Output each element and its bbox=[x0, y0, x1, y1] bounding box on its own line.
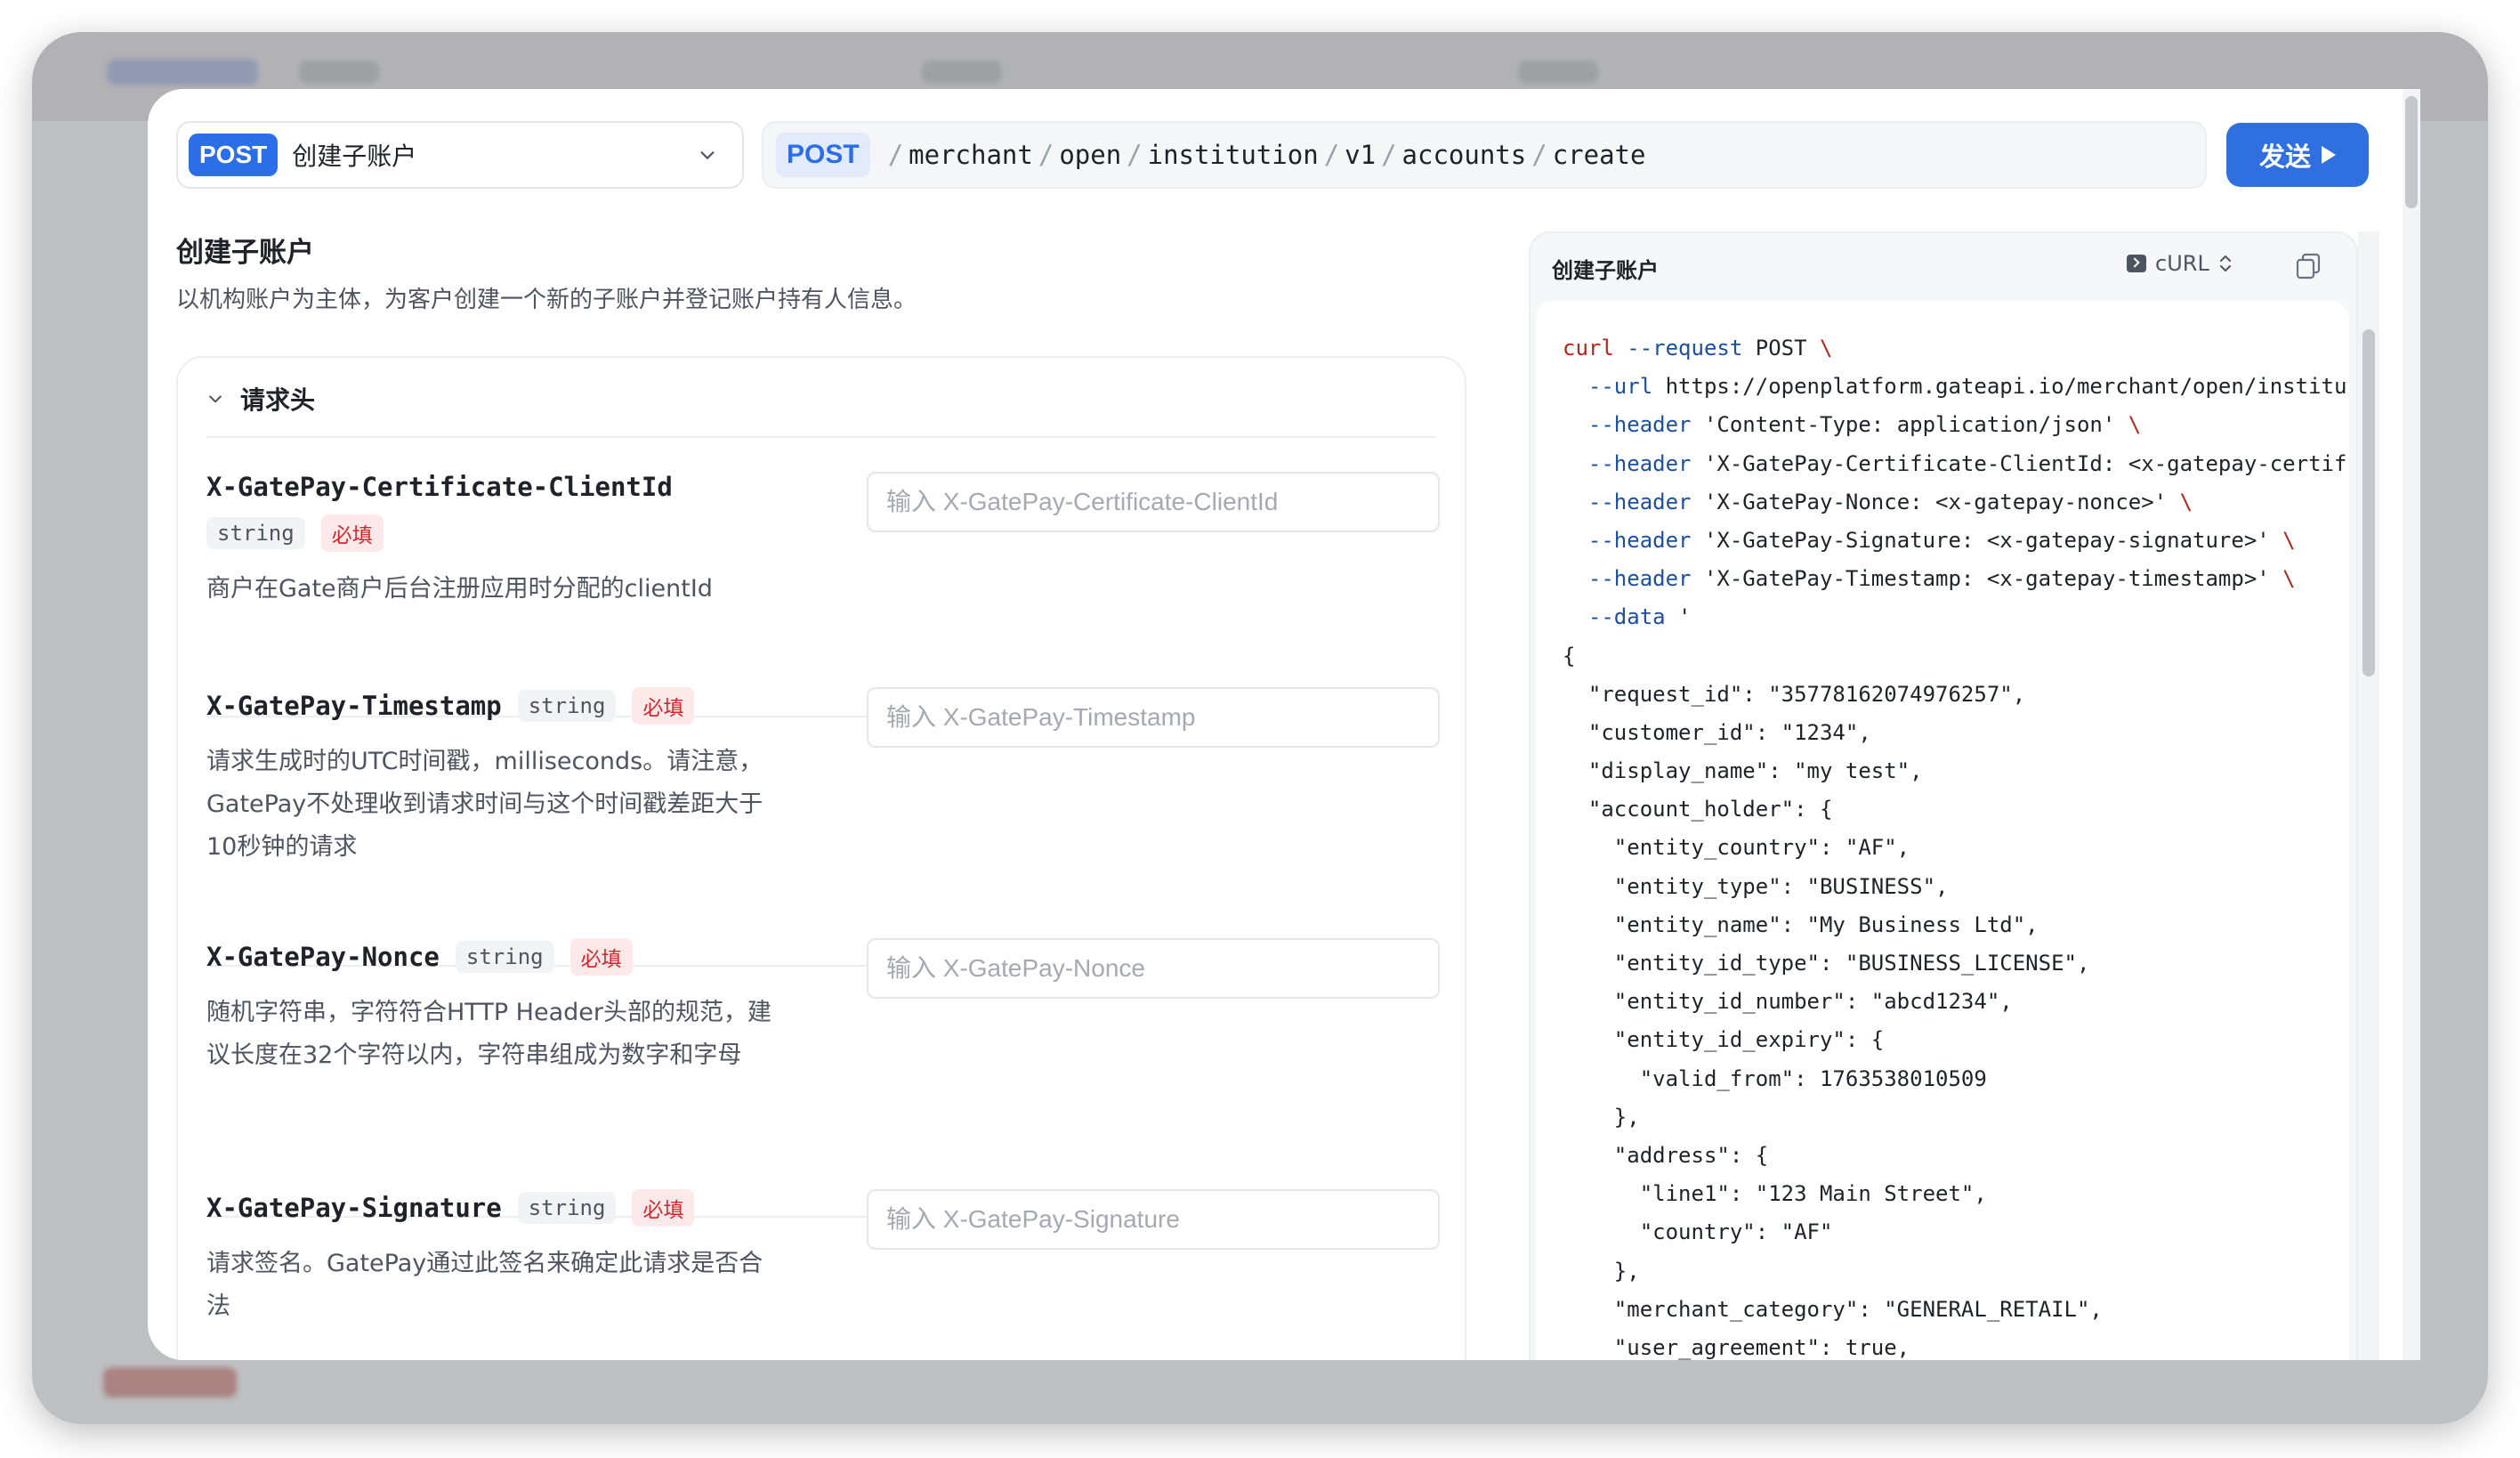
modal-scrollbar-thumb[interactable] bbox=[2405, 96, 2418, 208]
code-line: --data ' bbox=[1587, 604, 1692, 630]
header-field-nonce: X-GatePay-Nonce string 必填 随机字符串，字符符合HTTP… bbox=[206, 938, 1440, 1170]
path-segment: create bbox=[1552, 140, 1646, 170]
code-line: "entity_type": "BUSINESS", bbox=[1563, 873, 1949, 899]
type-tag: string bbox=[517, 1192, 617, 1224]
field-name: X-GatePay-Signature bbox=[206, 1193, 502, 1223]
page-title: 创建子账户 bbox=[176, 237, 314, 269]
code-line: --header 'X-GatePay-Certificate-ClientId… bbox=[1587, 450, 2347, 476]
type-tag: string bbox=[517, 690, 617, 722]
required-tag: 必填 bbox=[320, 514, 384, 552]
code-line: "entity_id_number": "abcd1234", bbox=[1563, 989, 2013, 1015]
method-badge: POST bbox=[189, 134, 279, 176]
path-segment: institution bbox=[1147, 140, 1319, 170]
required-tag: 必填 bbox=[632, 1189, 695, 1227]
code-line: "merchant_category": "GENERAL_RETAIL", bbox=[1563, 1296, 2103, 1322]
url-method-tag: POST bbox=[776, 133, 870, 177]
header-field-timestamp: X-GatePay-Timestamp string 必填 请求生成时的UTC时… bbox=[206, 687, 1440, 919]
play-icon bbox=[2322, 146, 2336, 164]
code-line: "line1": "123 Main Street", bbox=[1563, 1181, 1987, 1207]
field-description: 商户在Gate商户后台注册应用时分配的clientId bbox=[206, 575, 713, 603]
api-playground-modal: POST 创建子账户 POST / merchant / open / inst… bbox=[148, 89, 2420, 1360]
chevron-down-icon bbox=[700, 151, 715, 159]
field-description: 随机字符串，字符符合HTTP Header头部的规范，建议长度在32个字符以内，… bbox=[206, 999, 771, 1069]
page-description: 以机构账户为主体，为客户创建一个新的子账户并登记账户持有人信息。 bbox=[176, 287, 917, 313]
code-panel-header: 创建子账户 cURL bbox=[1531, 233, 2356, 297]
path-segment: merchant bbox=[909, 140, 1033, 170]
send-button[interactable]: 发送 bbox=[2226, 123, 2369, 187]
code-line: "country": "AF" bbox=[1563, 1219, 1833, 1245]
request-headers-toggle[interactable]: 请求头 bbox=[206, 381, 315, 417]
code-line: }, bbox=[1563, 1258, 1640, 1284]
type-tag: string bbox=[455, 941, 554, 973]
field-name: X-GatePay-Certificate-ClientId bbox=[206, 472, 673, 502]
path-segment: v1 bbox=[1345, 140, 1377, 170]
code-scrollbar-thumb[interactable] bbox=[2362, 329, 2375, 676]
signature-input[interactable] bbox=[867, 1189, 1440, 1250]
type-tag: string bbox=[206, 517, 305, 549]
code-line: --header 'X-GatePay-Nonce: <x-gatepay-no… bbox=[1587, 489, 2193, 514]
code-line: "address": { bbox=[1563, 1142, 1769, 1168]
code-line: "entity_id_expiry": { bbox=[1563, 1027, 1885, 1053]
code-line: "entity_name": "My Business Ltd", bbox=[1563, 911, 2039, 937]
clientid-input[interactable] bbox=[867, 472, 1440, 532]
required-tag: 必填 bbox=[569, 938, 633, 976]
field-name: X-GatePay-Nonce bbox=[206, 942, 440, 972]
code-line: "entity_id_type": "BUSINESS_LICENSE", bbox=[1563, 951, 2090, 976]
header-field-signature: X-GatePay-Signature string 必填 请求签名。GateP… bbox=[206, 1189, 1440, 1360]
code-line: --header 'X-GatePay-Timestamp: <x-gatepa… bbox=[1587, 566, 2296, 592]
request-headers-card: 请求头 X-GatePay-Certificate-ClientId strin… bbox=[176, 356, 1466, 1360]
code-line: --header 'X-GatePay-Signature: <x-gatepa… bbox=[1587, 527, 2296, 553]
code-line: --url https://openplatform.gateapi.io/me… bbox=[1587, 374, 2347, 400]
code-sample-panel: 创建子账户 cURL curl --request POST \ --url h… bbox=[1529, 231, 2358, 1360]
code-line: }, bbox=[1563, 1104, 1640, 1130]
url-bar: POST / merchant / open / institution / v… bbox=[762, 121, 2207, 189]
path-segment: accounts bbox=[1401, 140, 1527, 170]
endpoint-select[interactable]: POST 创建子账户 bbox=[176, 121, 744, 189]
header-field-clientid: X-GatePay-Certificate-ClientId string 必填… bbox=[206, 472, 1440, 685]
code-line: "account_holder": { bbox=[1563, 797, 1833, 822]
sort-icon bbox=[2219, 255, 2231, 271]
language-select[interactable]: cURL bbox=[2127, 251, 2233, 276]
modal-scrollbar[interactable] bbox=[2403, 89, 2420, 1360]
code-panel-title: 创建子账户 bbox=[1552, 258, 1659, 283]
code-line: "request_id": "35778162074976257", bbox=[1563, 681, 2026, 707]
field-description: 请求签名。GatePay通过此签名来确定此请求是否合法 bbox=[206, 1250, 763, 1320]
code-line: "display_name": "my test", bbox=[1563, 758, 1923, 784]
send-label: 发送 bbox=[2258, 142, 2311, 172]
required-tag: 必填 bbox=[632, 687, 695, 725]
code-line: "entity_country": "AF", bbox=[1563, 835, 1910, 861]
code-line: curl --request POST \ bbox=[1563, 336, 1833, 360]
field-description: 请求生成时的UTC时间戳，milliseconds。请注意，GatePay不处理… bbox=[206, 748, 763, 861]
endpoint-name: 创建子账户 bbox=[292, 142, 417, 171]
code-block: curl --request POST \ --url https://open… bbox=[1536, 301, 2349, 1360]
request-headers-title: 请求头 bbox=[240, 385, 316, 415]
code-line: --header 'Content-Type: application/json… bbox=[1587, 412, 2142, 438]
terminal-icon bbox=[2127, 255, 2146, 272]
nonce-input[interactable] bbox=[867, 938, 1440, 999]
timestamp-input[interactable] bbox=[867, 687, 1440, 748]
code-line: { bbox=[1563, 643, 1576, 668]
chevron-down-icon bbox=[209, 395, 222, 403]
code-line: "user_agreement": true, bbox=[1563, 1334, 1910, 1360]
code-scrollbar[interactable] bbox=[2358, 231, 2379, 1360]
code-line: "valid_from": 1763538010509 bbox=[1563, 1065, 1987, 1091]
divider bbox=[206, 436, 1436, 438]
field-name: X-GatePay-Timestamp bbox=[206, 691, 502, 721]
language-label: cURL bbox=[2155, 251, 2209, 276]
url-path: / merchant / open / institution / v1 / a… bbox=[887, 140, 1646, 170]
code-lines: curl --request POST \ --url https://open… bbox=[1563, 329, 2346, 1360]
path-segment: open bbox=[1059, 140, 1122, 170]
copy-icon[interactable] bbox=[2296, 253, 2321, 279]
code-line: "customer_id": "1234", bbox=[1563, 719, 1871, 745]
